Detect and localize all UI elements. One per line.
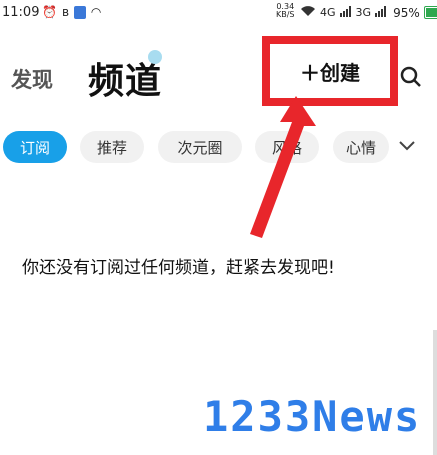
battery-icon [423, 6, 437, 19]
status-right: 4G 3G 95% [300, 5, 437, 20]
scroll-edge [433, 330, 437, 455]
battery-fill [425, 8, 437, 17]
category-tabs: 订阅 推荐 次元圈 风格 心情 [0, 128, 437, 168]
signal-4g: 4G [320, 6, 336, 19]
tab-mood[interactable]: 心情 [333, 131, 389, 163]
signal-bars-icon [339, 5, 352, 20]
shield-icon [73, 5, 86, 19]
net-speed: 0.34 KB/S [276, 3, 295, 19]
header: 发现 频道 ＋创建 [0, 36, 437, 110]
tab-subscribed[interactable]: 订阅 [3, 131, 67, 163]
search-icon[interactable] [400, 66, 422, 88]
signal-bars-icon [375, 5, 387, 20]
bluetooth-icon: ʙ [61, 5, 69, 19]
create-label: ＋创建 [300, 60, 360, 85]
battery-percent: 95% [393, 5, 420, 20]
status-time: 11:09 [2, 5, 40, 20]
status-bar: 11:09 ⏰ ʙ ◠ 0.34 KB/S 4G 3G 95% [0, 0, 437, 26]
status-icons-left: ⏰ ʙ ◠ [42, 5, 101, 19]
notification-dot [148, 50, 162, 64]
empty-state-message: 你还没有订阅过任何频道，赶紧去发现吧! [22, 258, 335, 278]
annotation-arrow [250, 96, 316, 238]
qq-icon: ◠ [90, 5, 102, 19]
net-speed-unit: KB/S [276, 10, 295, 19]
tab-recommended[interactable]: 推荐 [80, 131, 144, 163]
wifi-icon [300, 5, 316, 20]
signal-3g: 3G [355, 6, 372, 19]
watermark: 1233News [203, 392, 422, 441]
tab-anime-circle[interactable]: 次元圈 [158, 131, 242, 163]
tab-discover[interactable]: 发现 [11, 64, 53, 94]
chevron-down-icon[interactable] [398, 138, 416, 152]
alarm-icon: ⏰ [42, 5, 57, 19]
